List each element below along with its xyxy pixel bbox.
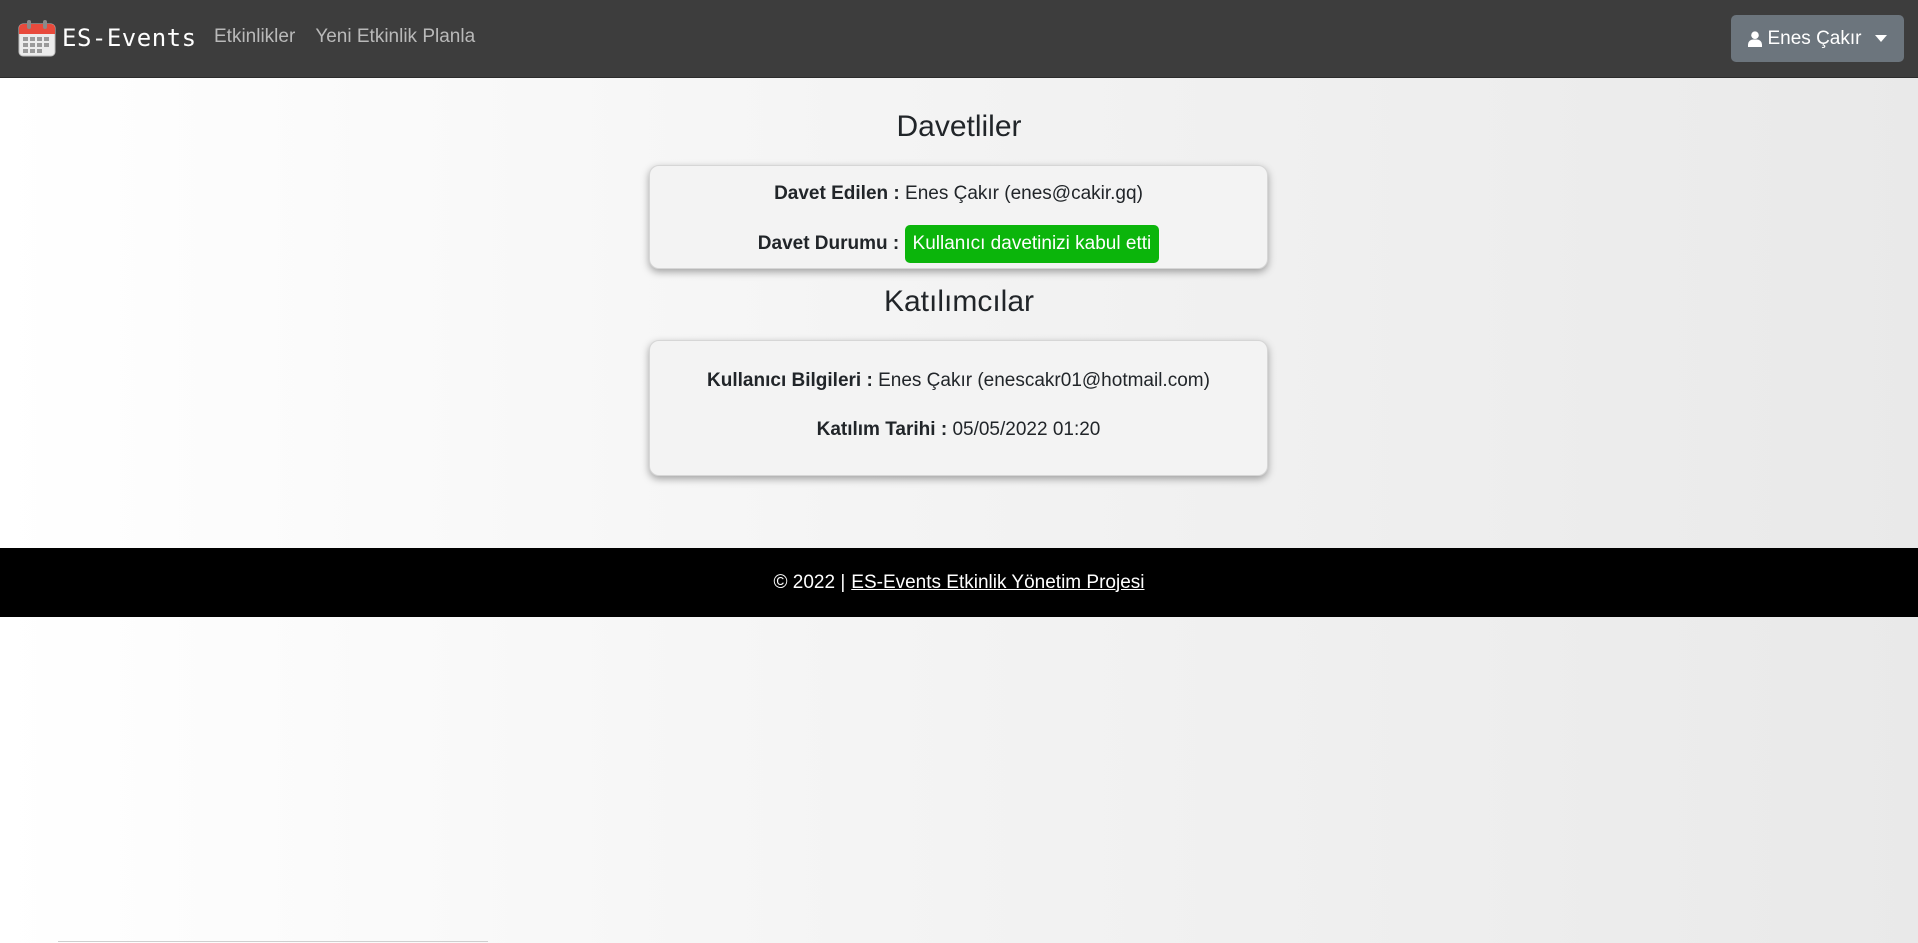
user-menu-button[interactable]: Enes Çakır	[1731, 15, 1904, 62]
invitee-row: Davet Edilen : Enes Çakır (enes@cakir.gq…	[650, 182, 1267, 206]
nav-link-yeni-etkinlik[interactable]: Yeni Etkinlik Planla	[315, 26, 475, 48]
calendar-icon	[18, 20, 56, 57]
navbar: ES-Events Etkinlikler Yeni Etkinlik Plan…	[0, 0, 1918, 78]
nav-links: Etkinlikler Yeni Etkinlik Planla	[214, 26, 475, 48]
invitees-title: Davetliler	[896, 110, 1022, 143]
invited-label: Davet Edilen :	[774, 183, 900, 204]
brand-link[interactable]: ES-Events	[18, 18, 197, 58]
footer-project-link[interactable]: ES-Events Etkinlik Yönetim Projesi	[851, 572, 1144, 594]
date-value: 05/05/2022 01:20	[952, 419, 1101, 440]
user-info-label: Kullanıcı Bilgileri :	[707, 370, 873, 391]
invite-status-row: Davet Durumu : Kullanıcı davetinizi kabu…	[650, 225, 1267, 263]
participant-card: Kullanıcı Bilgileri : Enes Çakır (enesca…	[649, 340, 1268, 476]
user-name: Enes Çakır	[1767, 27, 1862, 49]
bottom-divider	[58, 941, 488, 942]
status-badge: Kullanıcı davetinizi kabul etti	[904, 225, 1160, 263]
chevron-down-icon	[1875, 35, 1888, 42]
nav-link-etkinlikler[interactable]: Etkinlikler	[214, 26, 295, 48]
brand-name: ES-Events	[62, 24, 197, 52]
participant-user-row: Kullanıcı Bilgileri : Enes Çakır (enesca…	[650, 369, 1267, 393]
footer-copyright: © 2022 |	[773, 571, 846, 593]
invited-value: Enes Çakır (enes@cakir.gq)	[905, 183, 1143, 204]
participants-title: Katılımcılar	[883, 285, 1035, 318]
invitee-card: Davet Edilen : Enes Çakır (enes@cakir.gq…	[649, 165, 1268, 269]
footer: © 2022 | ES-Events Etkinlik Yönetim Proj…	[0, 548, 1918, 617]
status-label: Davet Durumu :	[757, 233, 900, 255]
user-info-value: Enes Çakır (enescakr01@hotmail.com)	[878, 370, 1210, 391]
date-label: Katılım Tarihi :	[816, 419, 948, 440]
participation-date-row: Katılım Tarihi : 05/05/2022 01:20	[650, 418, 1267, 442]
user-icon	[1747, 30, 1762, 47]
